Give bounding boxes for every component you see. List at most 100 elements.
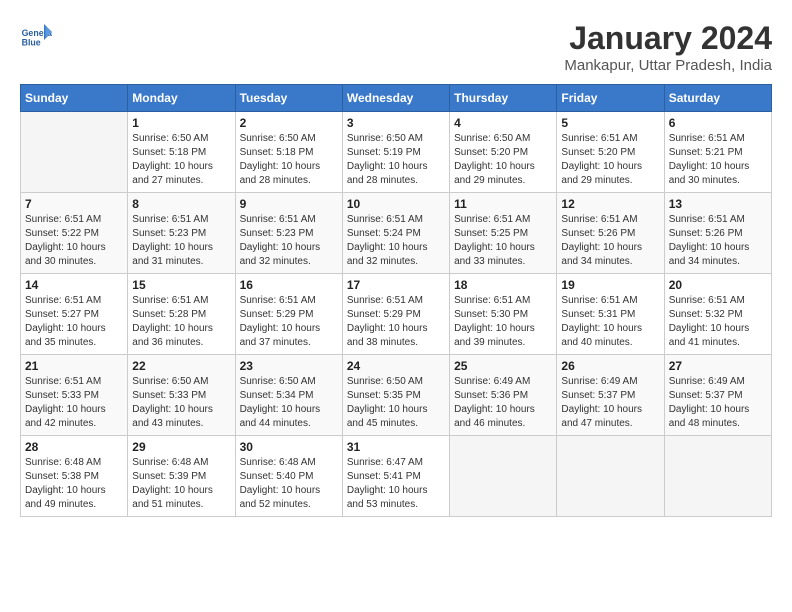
title-area: January 2024 Mankapur, Uttar Pradesh, In… bbox=[564, 20, 772, 74]
day-number: 7 bbox=[25, 197, 123, 211]
calendar-cell: 11 Sunrise: 6:51 AMSunset: 5:25 PMDayligh… bbox=[450, 193, 557, 274]
calendar-cell: 15 Sunrise: 6:51 AMSunset: 5:28 PMDayligh… bbox=[128, 274, 235, 355]
day-number: 24 bbox=[347, 359, 445, 373]
day-number: 30 bbox=[240, 440, 338, 454]
location: Mankapur, Uttar Pradesh, India bbox=[564, 57, 772, 74]
calendar-cell: 30Sunrise: 6:48 AMSunset: 5:40 PMDayligh… bbox=[235, 436, 342, 517]
day-number: 27 bbox=[669, 359, 767, 373]
page-header: General Blue January 2024 Mankapur, Utta… bbox=[20, 20, 772, 74]
day-number: 26 bbox=[561, 359, 659, 373]
calendar-cell: 19 Sunrise: 6:51 AMSunset: 5:31 PMDayligh… bbox=[557, 274, 664, 355]
day-info: Sunrise: 6:49 AMSunset: 5:37 PMDaylight:… bbox=[669, 375, 767, 431]
calendar-cell: 10 Sunrise: 6:51 AMSunset: 5:24 PMDayligh… bbox=[342, 193, 449, 274]
day-number: 14 bbox=[25, 278, 123, 292]
day-info: Sunrise: 6:51 AMSunset: 5:26 PMDaylight:… bbox=[669, 213, 767, 269]
weekday-header-thursday: Thursday bbox=[450, 85, 557, 112]
day-info: Sunrise: 6:51 AMSunset: 5:29 PMDaylight:… bbox=[240, 294, 338, 350]
calendar-cell bbox=[450, 436, 557, 517]
weekday-header-monday: Monday bbox=[128, 85, 235, 112]
day-number: 5 bbox=[561, 116, 659, 130]
calendar-cell: 24Sunrise: 6:50 AMSunset: 5:35 PMDayligh… bbox=[342, 355, 449, 436]
day-number: 6 bbox=[669, 116, 767, 130]
logo: General Blue bbox=[20, 20, 52, 52]
calendar-cell: 7 Sunrise: 6:51 AMSunset: 5:22 PMDaylight… bbox=[21, 193, 128, 274]
day-number: 13 bbox=[669, 197, 767, 211]
calendar-cell: 21 Sunrise: 6:51 AMSunset: 5:33 PMDayligh… bbox=[21, 355, 128, 436]
day-number: 18 bbox=[454, 278, 552, 292]
day-number: 12 bbox=[561, 197, 659, 211]
day-info: Sunrise: 6:47 AMSunset: 5:41 PMDaylight:… bbox=[347, 456, 445, 512]
day-info: Sunrise: 6:51 AMSunset: 5:33 PMDaylight:… bbox=[25, 375, 123, 431]
weekday-header-saturday: Saturday bbox=[664, 85, 771, 112]
day-info: Sunrise: 6:51 AMSunset: 5:29 PMDaylight:… bbox=[347, 294, 445, 350]
calendar-week-3: 21 Sunrise: 6:51 AMSunset: 5:33 PMDayligh… bbox=[21, 355, 772, 436]
day-info: Sunrise: 6:51 AMSunset: 5:31 PMDaylight:… bbox=[561, 294, 659, 350]
day-info: Sunrise: 6:50 AMSunset: 5:18 PMDaylight:… bbox=[240, 132, 338, 188]
day-info: Sunrise: 6:49 AMSunset: 5:37 PMDaylight:… bbox=[561, 375, 659, 431]
day-info: Sunrise: 6:50 AMSunset: 5:18 PMDaylight:… bbox=[132, 132, 230, 188]
day-number: 22 bbox=[132, 359, 230, 373]
weekday-header-wednesday: Wednesday bbox=[342, 85, 449, 112]
day-info: Sunrise: 6:51 AMSunset: 5:28 PMDaylight:… bbox=[132, 294, 230, 350]
day-info: Sunrise: 6:50 AMSunset: 5:34 PMDaylight:… bbox=[240, 375, 338, 431]
month-year: January 2024 bbox=[564, 20, 772, 57]
day-number: 17 bbox=[347, 278, 445, 292]
day-number: 3 bbox=[347, 116, 445, 130]
day-number: 11 bbox=[454, 197, 552, 211]
calendar-week-1: 7 Sunrise: 6:51 AMSunset: 5:22 PMDaylight… bbox=[21, 193, 772, 274]
day-number: 1 bbox=[132, 116, 230, 130]
calendar-cell: 18 Sunrise: 6:51 AMSunset: 5:30 PMDayligh… bbox=[450, 274, 557, 355]
day-info: Sunrise: 6:51 AMSunset: 5:27 PMDaylight:… bbox=[25, 294, 123, 350]
calendar-cell bbox=[557, 436, 664, 517]
day-info: Sunrise: 6:51 AMSunset: 5:26 PMDaylight:… bbox=[561, 213, 659, 269]
calendar-cell: 6Sunrise: 6:51 AMSunset: 5:21 PMDaylight… bbox=[664, 112, 771, 193]
calendar-cell: 31 Sunrise: 6:47 AMSunset: 5:41 PMDayligh… bbox=[342, 436, 449, 517]
calendar-cell bbox=[21, 112, 128, 193]
calendar-cell: 3 Sunrise: 6:50 AMSunset: 5:19 PMDaylight… bbox=[342, 112, 449, 193]
day-number: 10 bbox=[347, 197, 445, 211]
calendar-week-2: 14 Sunrise: 6:51 AMSunset: 5:27 PMDayligh… bbox=[21, 274, 772, 355]
day-number: 2 bbox=[240, 116, 338, 130]
calendar-cell: 5 Sunrise: 6:51 AMSunset: 5:20 PMDaylight… bbox=[557, 112, 664, 193]
calendar-cell: 28 Sunrise: 6:48 AMSunset: 5:38 PMDayligh… bbox=[21, 436, 128, 517]
calendar-cell: 12 Sunrise: 6:51 AMSunset: 5:26 PMDayligh… bbox=[557, 193, 664, 274]
calendar-cell: 23 Sunrise: 6:50 AMSunset: 5:34 PMDayligh… bbox=[235, 355, 342, 436]
weekday-header-row: SundayMondayTuesdayWednesdayThursdayFrid… bbox=[21, 85, 772, 112]
day-info: Sunrise: 6:51 AMSunset: 5:24 PMDaylight:… bbox=[347, 213, 445, 269]
calendar-table: SundayMondayTuesdayWednesdayThursdayFrid… bbox=[20, 84, 772, 517]
day-number: 15 bbox=[132, 278, 230, 292]
calendar-cell: 29Sunrise: 6:48 AMSunset: 5:39 PMDayligh… bbox=[128, 436, 235, 517]
day-info: Sunrise: 6:48 AMSunset: 5:38 PMDaylight:… bbox=[25, 456, 123, 512]
day-number: 25 bbox=[454, 359, 552, 373]
day-info: Sunrise: 6:51 AMSunset: 5:22 PMDaylight:… bbox=[25, 213, 123, 269]
day-info: Sunrise: 6:51 AMSunset: 5:23 PMDaylight:… bbox=[240, 213, 338, 269]
day-number: 23 bbox=[240, 359, 338, 373]
day-info: Sunrise: 6:49 AMSunset: 5:36 PMDaylight:… bbox=[454, 375, 552, 431]
calendar-cell: 9Sunrise: 6:51 AMSunset: 5:23 PMDaylight… bbox=[235, 193, 342, 274]
day-info: Sunrise: 6:51 AMSunset: 5:20 PMDaylight:… bbox=[561, 132, 659, 188]
calendar-cell: 8Sunrise: 6:51 AMSunset: 5:23 PMDaylight… bbox=[128, 193, 235, 274]
calendar-cell: 14 Sunrise: 6:51 AMSunset: 5:27 PMDayligh… bbox=[21, 274, 128, 355]
calendar-cell: 1 Sunrise: 6:50 AMSunset: 5:18 PMDaylight… bbox=[128, 112, 235, 193]
day-info: Sunrise: 6:51 AMSunset: 5:30 PMDaylight:… bbox=[454, 294, 552, 350]
calendar-cell: 20Sunrise: 6:51 AMSunset: 5:32 PMDayligh… bbox=[664, 274, 771, 355]
day-number: 28 bbox=[25, 440, 123, 454]
calendar-cell: 22Sunrise: 6:50 AMSunset: 5:33 PMDayligh… bbox=[128, 355, 235, 436]
calendar-cell: 25 Sunrise: 6:49 AMSunset: 5:36 PMDayligh… bbox=[450, 355, 557, 436]
calendar-cell: 17 Sunrise: 6:51 AMSunset: 5:29 PMDayligh… bbox=[342, 274, 449, 355]
calendar-cell bbox=[664, 436, 771, 517]
svg-text:Blue: Blue bbox=[22, 38, 41, 48]
logo-icon: General Blue bbox=[20, 20, 52, 52]
day-info: Sunrise: 6:50 AMSunset: 5:19 PMDaylight:… bbox=[347, 132, 445, 188]
calendar-cell: 27 Sunrise: 6:49 AMSunset: 5:37 PMDayligh… bbox=[664, 355, 771, 436]
calendar-cell: 13 Sunrise: 6:51 AMSunset: 5:26 PMDayligh… bbox=[664, 193, 771, 274]
day-info: Sunrise: 6:50 AMSunset: 5:20 PMDaylight:… bbox=[454, 132, 552, 188]
day-number: 21 bbox=[25, 359, 123, 373]
day-number: 16 bbox=[240, 278, 338, 292]
day-info: Sunrise: 6:51 AMSunset: 5:25 PMDaylight:… bbox=[454, 213, 552, 269]
day-info: Sunrise: 6:51 AMSunset: 5:32 PMDaylight:… bbox=[669, 294, 767, 350]
day-number: 19 bbox=[561, 278, 659, 292]
day-info: Sunrise: 6:48 AMSunset: 5:39 PMDaylight:… bbox=[132, 456, 230, 512]
weekday-header-sunday: Sunday bbox=[21, 85, 128, 112]
day-number: 31 bbox=[347, 440, 445, 454]
